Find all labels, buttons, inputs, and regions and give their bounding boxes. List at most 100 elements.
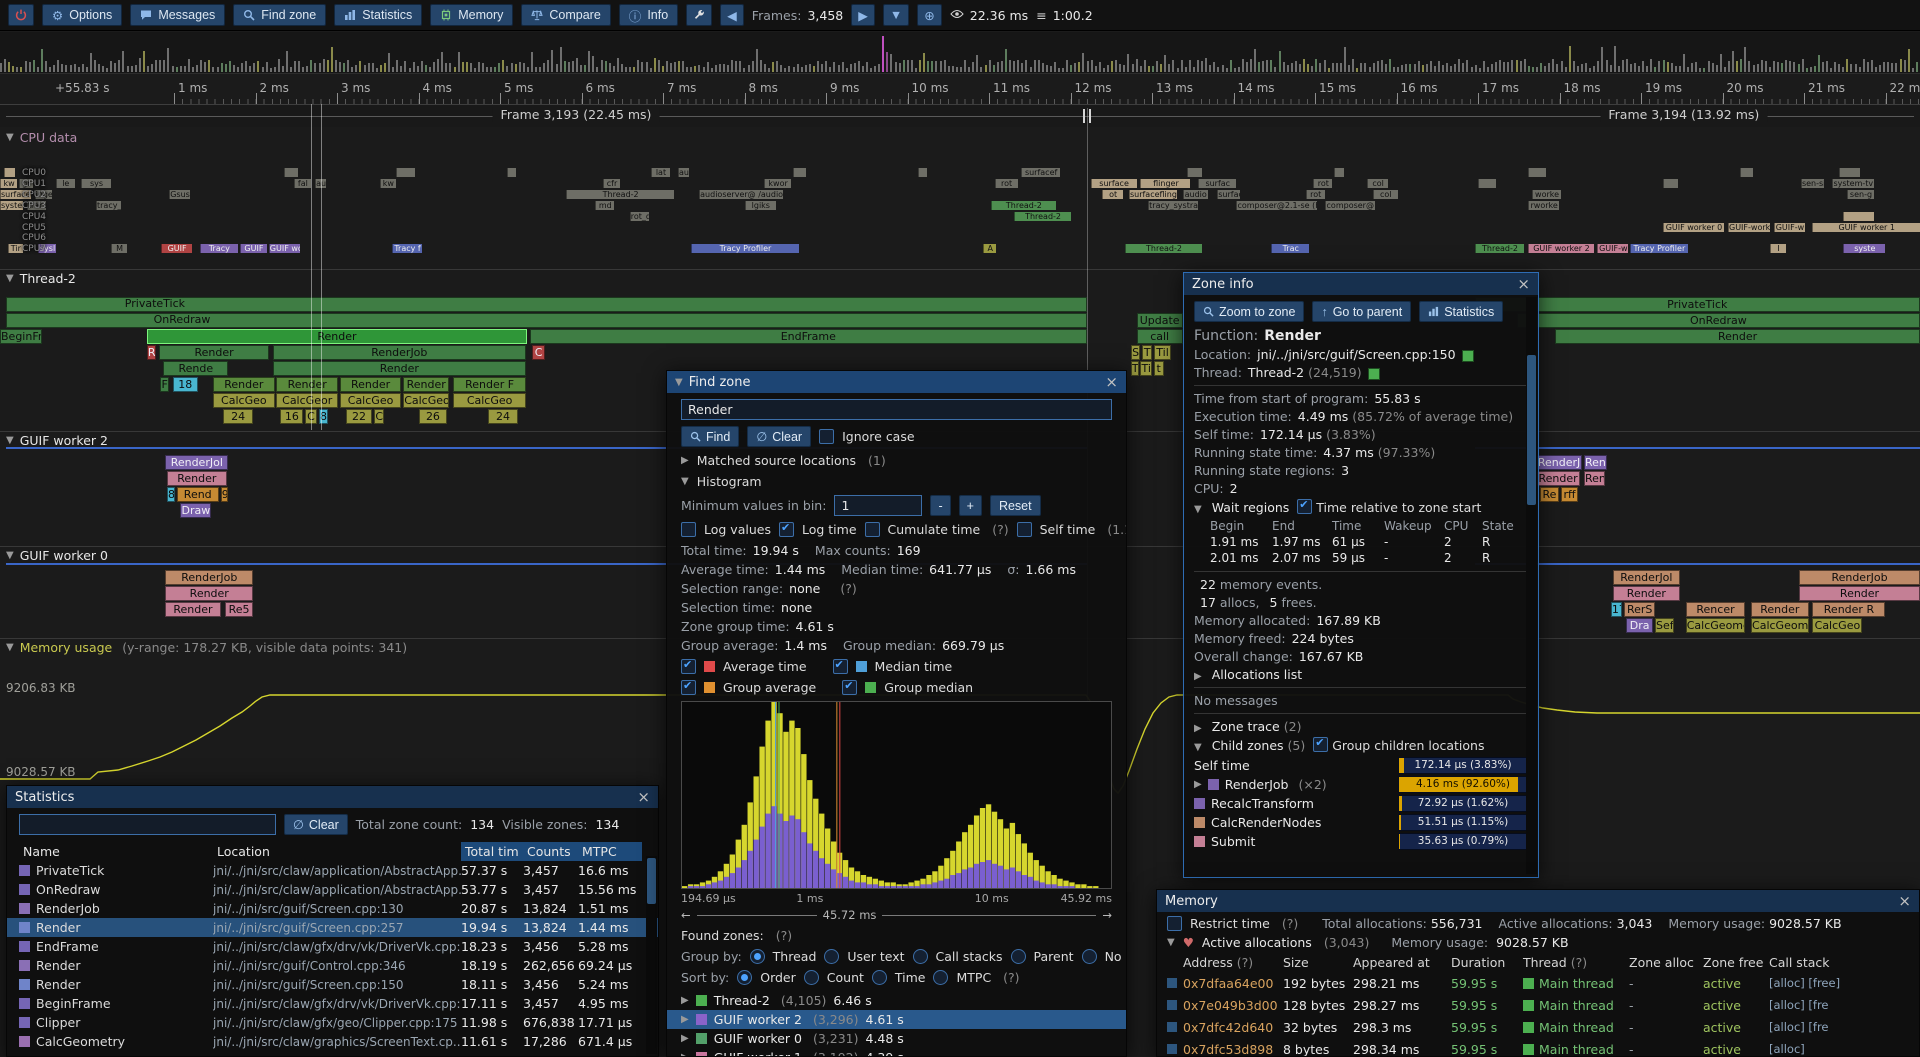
column-header-duration[interactable]: Duration xyxy=(1451,955,1523,970)
cpu-zone[interactable]: md xyxy=(595,201,614,210)
frame-bar[interactable] xyxy=(874,66,876,72)
frame-bar[interactable] xyxy=(147,66,149,72)
frame-bar[interactable] xyxy=(903,60,905,72)
radio-thread[interactable] xyxy=(750,949,765,964)
frame-bar[interactable] xyxy=(0,63,2,72)
frame-bar[interactable] xyxy=(817,61,819,72)
frame-bar[interactable] xyxy=(801,67,803,72)
zone-trace-header[interactable]: ▶ Zone trace(2) xyxy=(1184,719,1538,734)
frame-bar[interactable] xyxy=(1842,67,1844,72)
cpu-zone[interactable]: sys xyxy=(81,179,112,188)
radio-mtpc[interactable] xyxy=(933,970,948,985)
cpu-zone[interactable] xyxy=(1839,168,1860,177)
frame-bar[interactable] xyxy=(1507,62,1509,72)
frame-bar[interactable] xyxy=(658,60,660,72)
cpu-zone[interactable]: surfaceflinger xyxy=(1129,190,1177,199)
zone[interactable]: T xyxy=(1131,361,1139,376)
frame-bar[interactable] xyxy=(1503,62,1505,72)
frame-bar[interactable] xyxy=(49,67,51,72)
cpu-zone[interactable]: rot_d xyxy=(630,212,649,221)
frame-bar[interactable] xyxy=(1332,63,1334,72)
frame-bar[interactable] xyxy=(1585,63,1587,72)
goto-frame-button[interactable]: ⊕ xyxy=(917,4,941,26)
frame-bar[interactable] xyxy=(323,59,325,72)
frame-bar[interactable] xyxy=(102,66,104,72)
frame-bar[interactable] xyxy=(1679,66,1681,72)
cpu-zone[interactable]: kw xyxy=(380,179,395,188)
zone[interactable]: Re xyxy=(1540,487,1559,502)
zone[interactable]: CalcGeo xyxy=(453,393,526,408)
statistics-table-header[interactable]: NameLocationTotal timCountsMTPC xyxy=(7,841,658,861)
find-zone-titlebar[interactable]: ▼ Find zone × xyxy=(667,371,1126,393)
cpu-zone[interactable]: Tracy xyxy=(200,244,238,253)
frame-bar[interactable] xyxy=(1307,64,1309,72)
expand-icon[interactable]: ▶ xyxy=(1194,779,1202,790)
cpu-zone[interactable]: I xyxy=(1770,244,1785,253)
frame-bar[interactable] xyxy=(793,67,795,72)
memory-titlebar[interactable]: Memory × xyxy=(1157,890,1919,912)
zone[interactable]: Render xyxy=(1555,329,1920,344)
frame-bar[interactable] xyxy=(1185,67,1187,72)
frame-bar[interactable] xyxy=(1634,63,1636,72)
frame-bar[interactable] xyxy=(727,65,729,72)
cpu-zone[interactable]: tracy_sy xyxy=(96,201,121,210)
table-row[interactable]: Renderjni/../jni/src/guif/Control.cpp:34… xyxy=(7,956,658,975)
frame-bar[interactable] xyxy=(764,64,766,72)
active-allocations-header[interactable]: ▼ ♥ Active allocations (3,043) Memory us… xyxy=(1157,935,1919,950)
frame-bar[interactable] xyxy=(53,65,55,72)
cpu-zone[interactable]: audio xyxy=(1183,190,1208,199)
frame-bar[interactable] xyxy=(1409,64,1411,72)
frame-bar[interactable] xyxy=(310,60,312,72)
frame-bar[interactable] xyxy=(588,51,590,72)
frame-bar[interactable] xyxy=(1520,61,1522,72)
zone[interactable]: t xyxy=(1154,361,1164,376)
frame-bar[interactable] xyxy=(388,53,390,72)
frame-bar[interactable] xyxy=(731,60,733,72)
options-button[interactable]: ⚙Options xyxy=(42,4,122,26)
frame-bar[interactable] xyxy=(1712,63,1714,72)
cpu-zone[interactable]: Tir xyxy=(8,244,23,253)
frame-bar[interactable] xyxy=(1740,59,1742,72)
frame-bar[interactable] xyxy=(997,62,999,72)
call-stack[interactable]: [alloc] xyxy=(1769,1042,1919,1056)
frame-bar[interactable] xyxy=(1663,60,1665,72)
frame-bar[interactable] xyxy=(372,63,374,72)
frame-bar[interactable] xyxy=(1904,60,1906,72)
frame-bar[interactable] xyxy=(192,67,194,72)
frame-bar[interactable] xyxy=(1475,65,1477,72)
frame-bar[interactable] xyxy=(1299,64,1301,72)
frame-bar[interactable] xyxy=(927,61,929,72)
frame-bar[interactable] xyxy=(417,66,419,72)
frame-bar[interactable] xyxy=(1798,64,1800,72)
frame-bar[interactable] xyxy=(866,62,868,72)
frame-bar[interactable] xyxy=(1859,67,1861,72)
zone[interactable]: Til xyxy=(1154,345,1171,360)
frame-bar[interactable] xyxy=(253,63,255,72)
frame-bar[interactable] xyxy=(719,64,721,72)
cpu-zone[interactable]: GUIF worker 2 xyxy=(1528,244,1593,253)
frame-bar[interactable] xyxy=(1561,61,1563,72)
frame-bar[interactable] xyxy=(989,60,991,72)
zone[interactable]: Ren xyxy=(1584,471,1605,486)
radio-count[interactable] xyxy=(804,970,819,985)
frame-bar[interactable] xyxy=(531,52,533,72)
matched-source-locations[interactable]: ▶Matched source locations(1) xyxy=(667,453,1126,468)
tools-button[interactable] xyxy=(686,4,712,26)
frame-bar[interactable] xyxy=(1708,61,1710,72)
cpu-zone[interactable] xyxy=(1528,168,1545,177)
cpu-zone[interactable]: system xyxy=(0,201,23,210)
series-toggle-group-median[interactable] xyxy=(842,680,857,695)
zone[interactable]: Dra xyxy=(1626,618,1653,633)
frame-bar[interactable] xyxy=(90,53,92,72)
frame-bar[interactable] xyxy=(327,60,329,72)
frame-bar[interactable] xyxy=(1258,62,1260,72)
frame-bar[interactable] xyxy=(282,66,284,72)
column-header-counts[interactable]: Counts xyxy=(523,842,578,861)
frame-bar[interactable] xyxy=(176,67,178,72)
frame-bar[interactable] xyxy=(760,60,762,72)
cpu-zone[interactable]: kwor xyxy=(764,179,791,188)
child-zone-row[interactable]: RecalcTransform72.92 μs (1.62%) xyxy=(1184,794,1538,813)
frame-bar[interactable] xyxy=(1614,46,1616,72)
frame-bar[interactable] xyxy=(1753,65,1755,72)
frame-bar[interactable] xyxy=(621,64,623,72)
